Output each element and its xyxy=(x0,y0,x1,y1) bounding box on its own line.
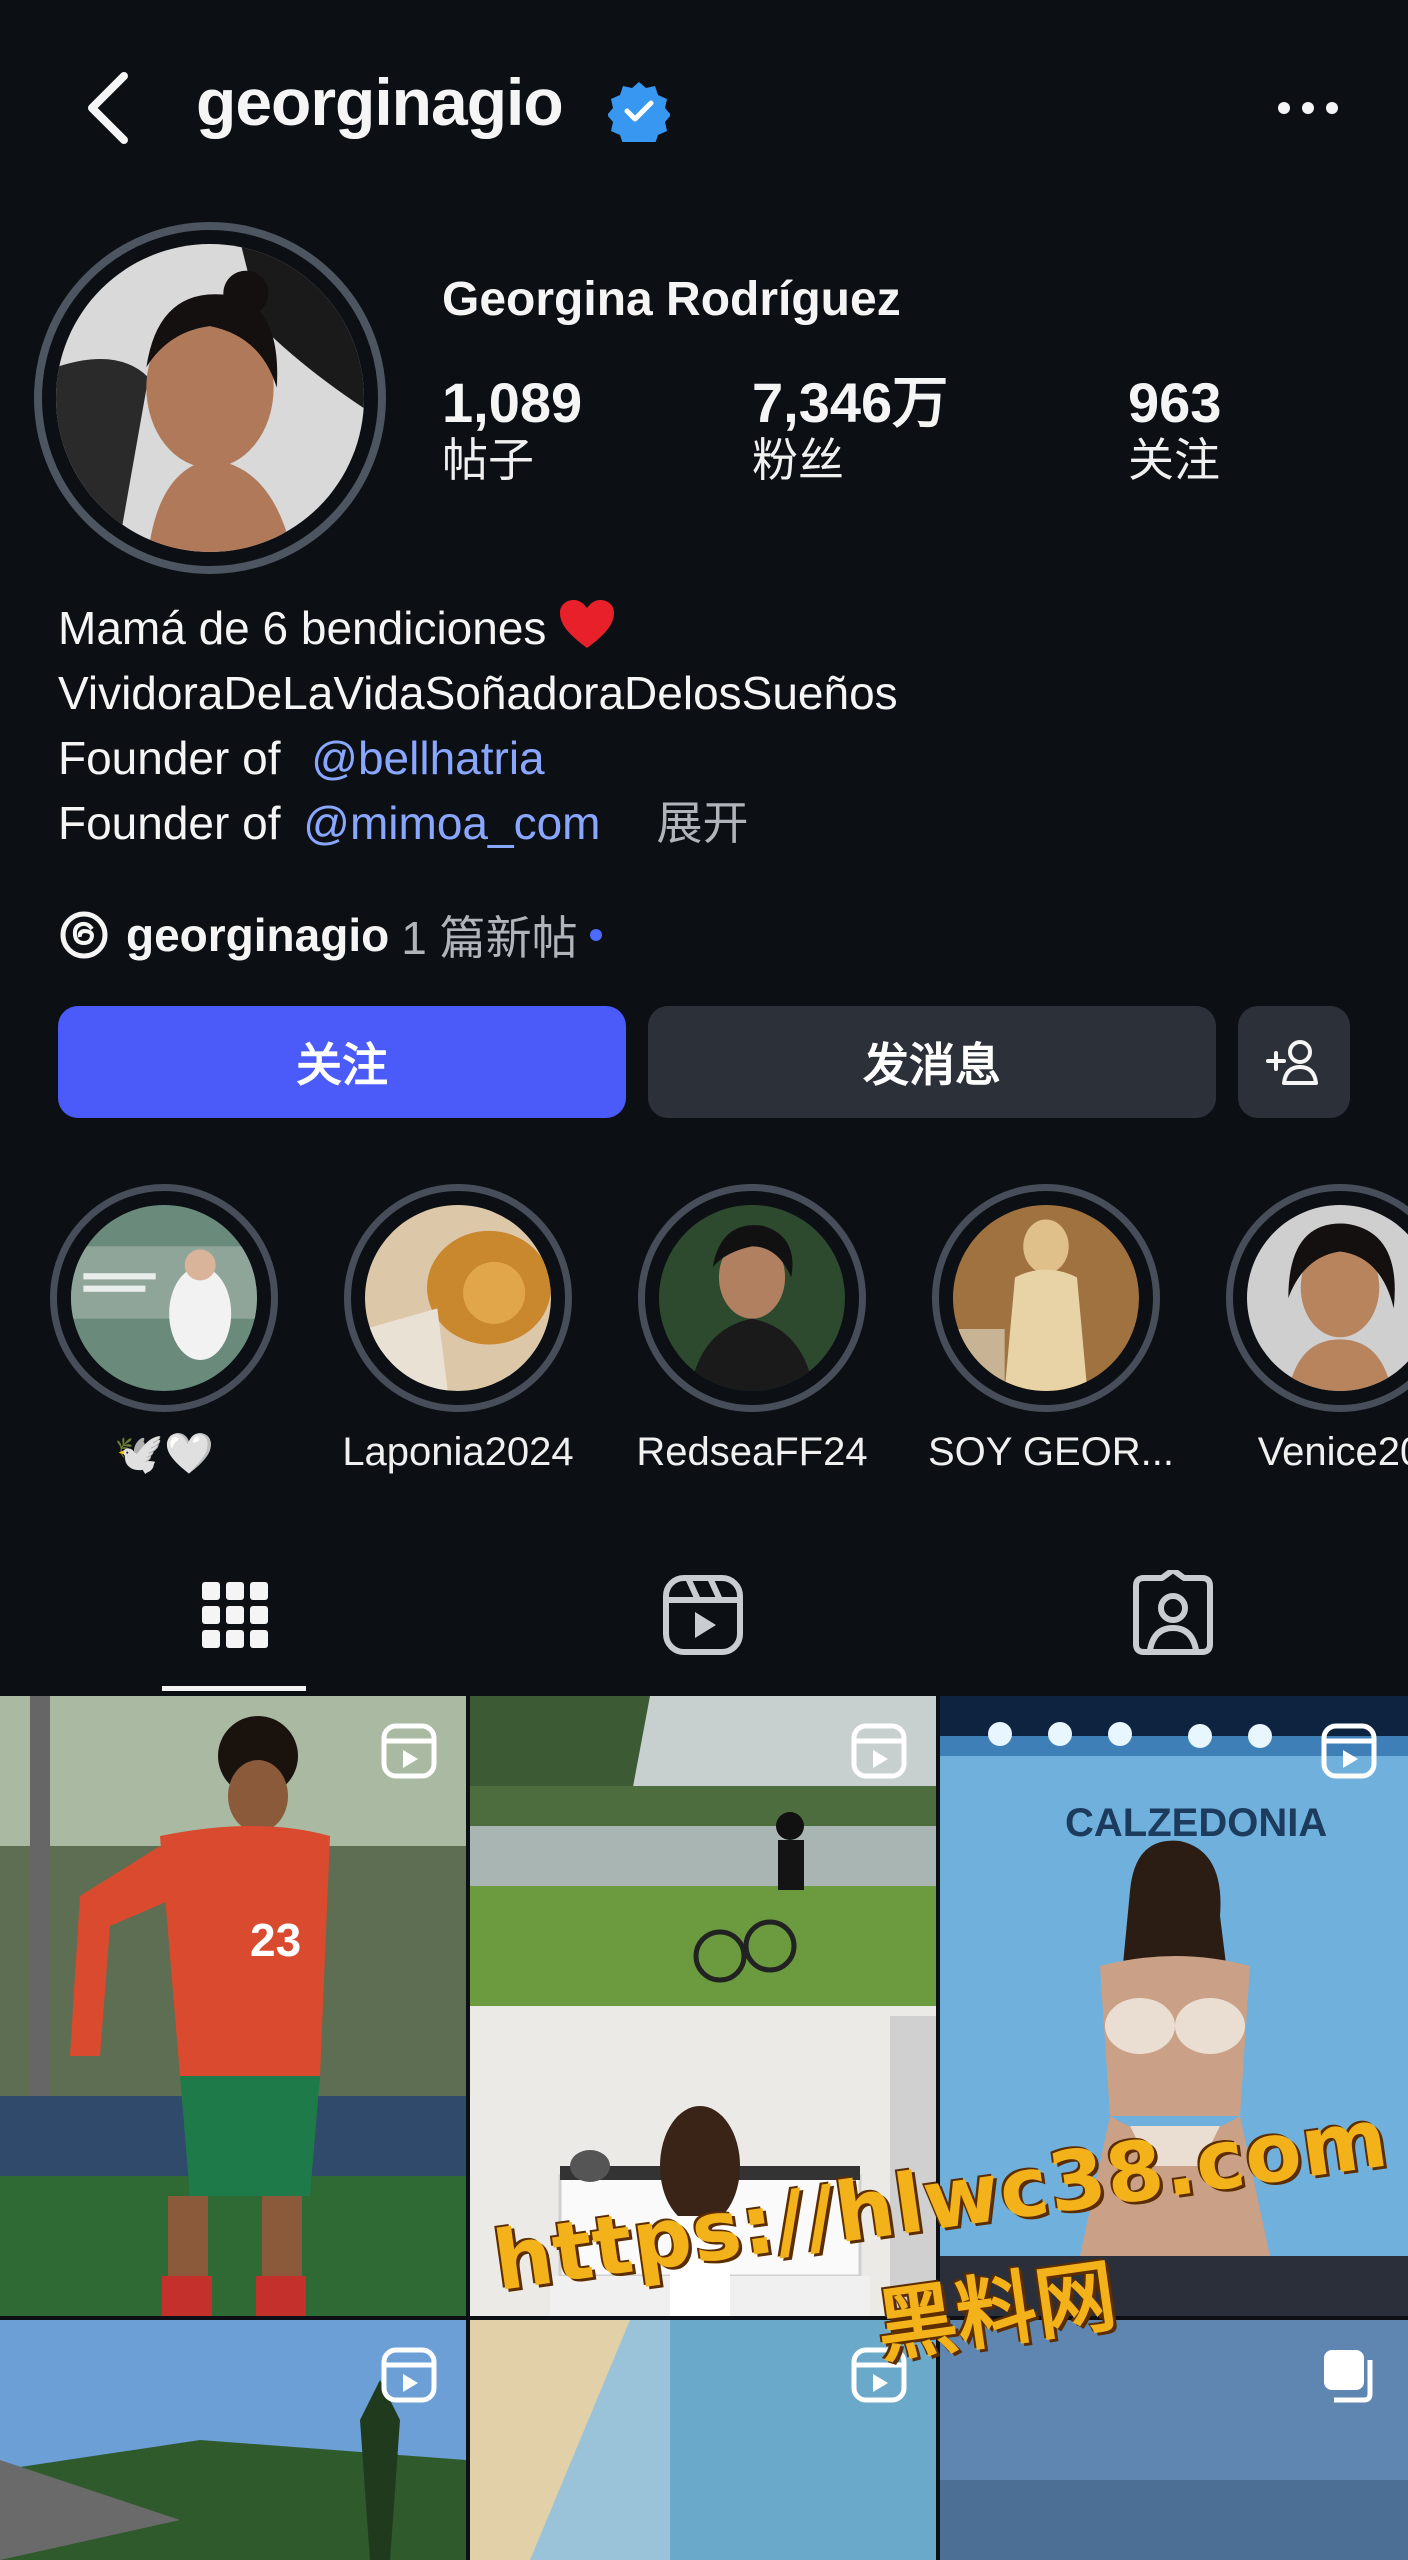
post-thumbnail: 23 xyxy=(0,1696,466,2316)
stat-following-label: 关注 xyxy=(1128,433,1220,486)
mention-link-mimoa[interactable]: @mimoa_com xyxy=(303,797,600,849)
highlight-cover xyxy=(953,1205,1139,1391)
stat-posts-value: 1,089 xyxy=(442,371,583,434)
chevron-left-icon[interactable] xyxy=(80,68,140,148)
highlight-cover xyxy=(71,1205,257,1391)
bio-line-4-prefix: Founder of xyxy=(58,797,281,849)
highlight-item[interactable]: 🕊️🤍 xyxy=(46,1184,282,1477)
stat-posts-label: 帖子 xyxy=(442,433,534,486)
highlight-label: Venice20 xyxy=(1257,1430,1408,1474)
profile-full-name: Georgina Rodríguez xyxy=(442,273,901,326)
reel-badge-icon xyxy=(381,2347,437,2403)
new-dot-icon xyxy=(589,929,602,941)
highlight-item[interactable]: Venice20 xyxy=(1222,1184,1408,1475)
highlight-label: 🕊️🤍 xyxy=(114,1432,214,1476)
profile-bio: Mamá de 6 bendiciones VividoraDeLaVidaSo… xyxy=(58,596,898,856)
threads-badge[interactable]: georginagio 1 篇新帖 xyxy=(58,900,602,970)
active-tab-indicator xyxy=(162,1686,306,1691)
highlight-label: SOY GEOR... xyxy=(928,1430,1174,1474)
bio-line-2: VividoraDeLaVidaSoñadoraDelosSueños xyxy=(58,667,898,719)
highlight-cover xyxy=(365,1205,551,1391)
highlight-cover xyxy=(1247,1205,1408,1391)
username-title: georginagio xyxy=(196,65,564,139)
bio-line-1: Mamá de 6 bendiciones xyxy=(58,602,547,654)
svg-text:CALZEDONIA: CALZEDONIA xyxy=(1065,1801,1327,1845)
profile-header: georginagio xyxy=(0,0,1408,220)
reel-badge-icon xyxy=(381,1723,437,1779)
add-person-icon xyxy=(1266,1040,1318,1085)
reel-badge-icon xyxy=(1321,1723,1377,1779)
more-horizontal-icon[interactable] xyxy=(1276,100,1340,116)
stat-followers-label: 粉丝 xyxy=(752,433,844,486)
highlight-label: Laponia2024 xyxy=(342,1430,574,1474)
carousel-badge-icon xyxy=(1324,2350,1373,2403)
post-tile[interactable] xyxy=(0,2320,466,2560)
red-heart-icon xyxy=(560,600,615,648)
bio-line-3-prefix: Founder of xyxy=(58,732,281,784)
reel-badge-icon xyxy=(851,1723,907,1779)
svg-text:23: 23 xyxy=(250,1914,301,1966)
suggest-user-button[interactable] xyxy=(1238,1006,1350,1118)
highlight-item[interactable]: SOY GEOR... xyxy=(928,1184,1174,1475)
threads-new-post-count: 1 篇新帖 xyxy=(401,912,578,964)
threads-icon xyxy=(60,911,108,959)
verified-badge-icon xyxy=(608,82,670,142)
reels-icon[interactable] xyxy=(658,1570,748,1660)
profile-avatar[interactable] xyxy=(34,222,386,574)
mention-link-bellhatria[interactable]: @bellhatria xyxy=(311,732,544,784)
highlight-item[interactable]: Laponia2024 xyxy=(340,1184,576,1475)
message-button[interactable]: 发消息 xyxy=(648,1006,1216,1118)
bio-expand-link[interactable]: 展开 xyxy=(656,797,748,849)
grid-icon[interactable] xyxy=(190,1570,280,1660)
stat-followers-value: 7,346万 xyxy=(752,371,949,434)
highlight-item[interactable]: RedseaFF24 xyxy=(634,1184,870,1475)
avatar-image xyxy=(56,244,364,552)
stat-following-value: 963 xyxy=(1128,371,1222,434)
tagged-icon[interactable] xyxy=(1128,1570,1218,1660)
highlight-cover xyxy=(659,1205,845,1391)
follow-button[interactable]: 关注 xyxy=(58,1006,626,1118)
threads-username: georginagio xyxy=(126,909,390,961)
stat-followers[interactable]: 7,346万 粉丝 xyxy=(752,372,948,486)
highlight-label: RedseaFF24 xyxy=(636,1430,868,1474)
post-tile[interactable]: 23 xyxy=(0,1696,466,2316)
stat-following[interactable]: 963 关注 xyxy=(1128,372,1221,486)
stat-posts[interactable]: 1,089 帖子 xyxy=(442,372,582,486)
